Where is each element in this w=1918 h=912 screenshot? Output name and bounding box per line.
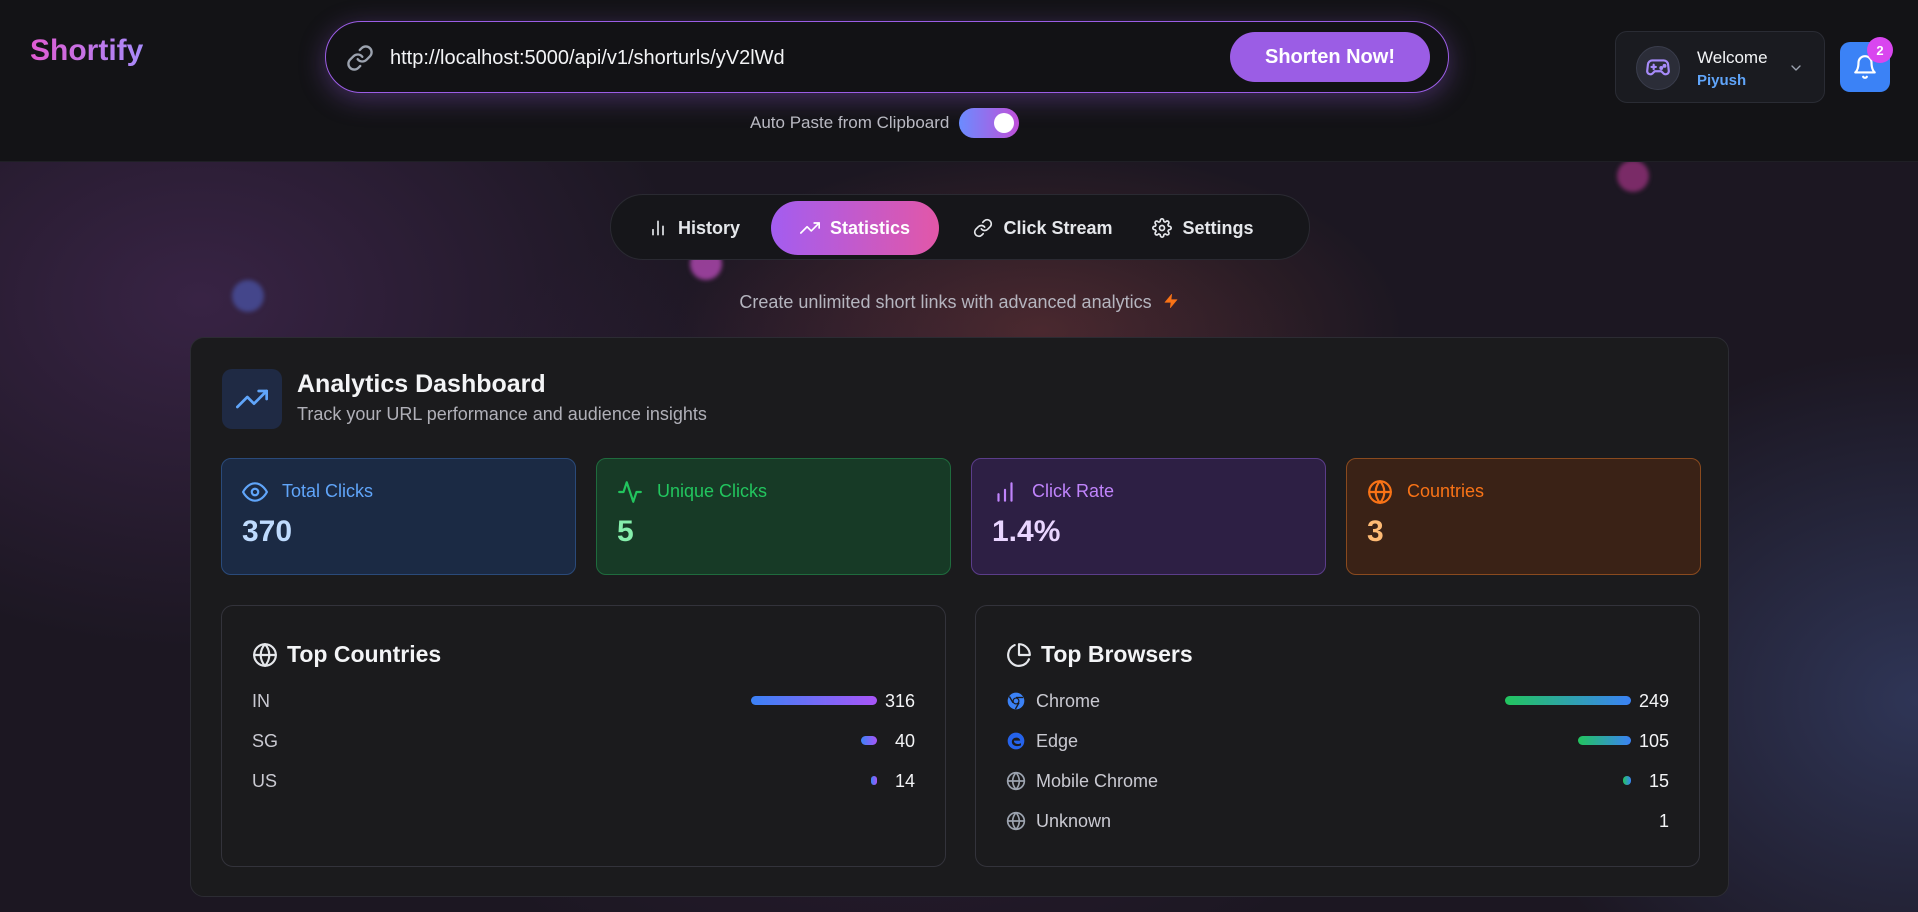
url-shortener-bar: Shorten Now! [325,21,1449,93]
browser-bar [1505,696,1631,705]
browser-label: Chrome [1036,690,1101,711]
country-row: IN 316 [252,686,915,716]
username: Piyush [1697,72,1747,89]
bar-chart-icon [652,220,664,236]
browser-row: Edge 105 [1006,726,1669,756]
chevron-down-icon [1791,65,1801,71]
country-bar [751,696,877,705]
globe-icon [1006,811,1026,831]
analytics-dashboard: Analytics Dashboard Track your URL perfo… [190,337,1729,897]
avatar [1636,46,1680,90]
top-countries-title: Top Countries [287,641,442,667]
dashboard-subtitle: Track your URL performance and audience … [297,404,707,424]
country-row: SG 40 [252,726,915,756]
eye-icon [242,482,268,502]
trending-up-icon [799,222,820,234]
auto-paste-setting: Auto Paste from Clipboard [750,108,1020,138]
stat-value: 370 [242,515,293,548]
chrome-icon [1006,691,1026,711]
stat-value: 1.4% [992,515,1061,548]
browser-label: Edge [1036,730,1079,751]
tagline-text: Create unlimited short links with advanc… [739,292,1152,312]
top-browsers-title: Top Browsers [1041,641,1193,667]
dashboard-title: Analytics Dashboard [297,370,546,398]
stat-card-total-clicks: Total Clicks 370 [221,458,576,575]
globe-icon [253,643,277,667]
pie-chart-icon [1007,643,1031,667]
main-tabs: History Statistics Click Stream Settings [610,194,1310,260]
browser-row: Chrome 249 [1006,686,1669,716]
browser-label: Mobile Chrome [1036,770,1159,791]
browser-value: 105 [1638,730,1669,751]
country-bar [861,736,877,745]
tab-click-stream[interactable]: Click Stream [959,201,1127,255]
country-row: US 14 [252,766,915,796]
notification-badge: 2 [1867,37,1893,63]
top-header: Shortify Shorten Now! Auto Paste from Cl… [0,0,1918,162]
activity-icon [618,481,642,503]
country-label: IN [252,690,270,711]
browser-value: 15 [1648,770,1669,791]
country-label: US [252,770,278,791]
bar-chart-icon [997,482,1013,502]
welcome-text: Welcome [1697,48,1768,67]
link-icon [347,45,373,71]
shorten-now-button[interactable]: Shorten Now! [1230,32,1430,82]
browser-value: 1 [1658,810,1669,831]
globe-icon [1006,771,1026,791]
browser-bar [1578,736,1631,745]
country-value: 40 [894,730,915,751]
auto-paste-toggle[interactable] [959,108,1020,138]
app-logo[interactable]: Shortify [30,34,143,68]
edge-icon [1006,731,1026,751]
country-bar [871,776,877,785]
browser-row: Mobile Chrome 15 [1006,766,1669,796]
user-menu[interactable]: Welcome Piyush [1615,31,1825,103]
country-value: 14 [894,770,915,791]
tab-label: Click Stream [1003,217,1113,238]
stat-label: Unique Clicks [657,481,768,501]
tab-label: History [677,217,740,238]
stat-value: 5 [617,515,634,548]
trending-up-icon [236,389,268,409]
top-countries-card: Top Countries IN 316 SG 40 US 14 [221,605,946,867]
stat-value: 3 [1367,515,1384,548]
browser-label: Unknown [1036,810,1112,831]
stat-label: Countries [1407,481,1485,501]
stat-label: Total Clicks [282,481,374,501]
auto-paste-label: Auto Paste from Clipboard [750,113,950,132]
dashboard-icon-box [222,369,282,429]
tab-label: Statistics [829,217,911,238]
globe-icon [1368,480,1392,504]
gamepad-icon [1646,59,1670,76]
tab-history[interactable]: History [631,201,757,255]
country-value: 316 [884,690,915,711]
top-browsers-card: Top Browsers Chrome 249 Edge 105 Mobile … [975,605,1700,867]
decorative-orb [1617,160,1649,192]
gear-icon [1152,218,1173,238]
lightning-icon [1164,294,1177,308]
browser-value: 249 [1638,690,1669,711]
tab-label: Settings [1182,217,1254,238]
country-label: SG [252,730,279,751]
tab-statistics[interactable]: Statistics [771,201,939,255]
browser-row: Unknown 1 [1006,806,1669,836]
browser-bar [1623,776,1631,785]
stat-label: Click Rate [1032,481,1115,501]
stat-card-unique-clicks: Unique Clicks 5 [596,458,951,575]
toggle-knob [994,113,1015,133]
stat-card-click-rate: Click Rate 1.4% [971,458,1326,575]
link-icon [974,218,993,238]
url-input[interactable] [390,40,1190,76]
stat-card-countries: Countries 3 [1346,458,1701,575]
tab-settings[interactable]: Settings [1141,201,1265,255]
tagline: Create unlimited short links with advanc… [0,292,1918,313]
